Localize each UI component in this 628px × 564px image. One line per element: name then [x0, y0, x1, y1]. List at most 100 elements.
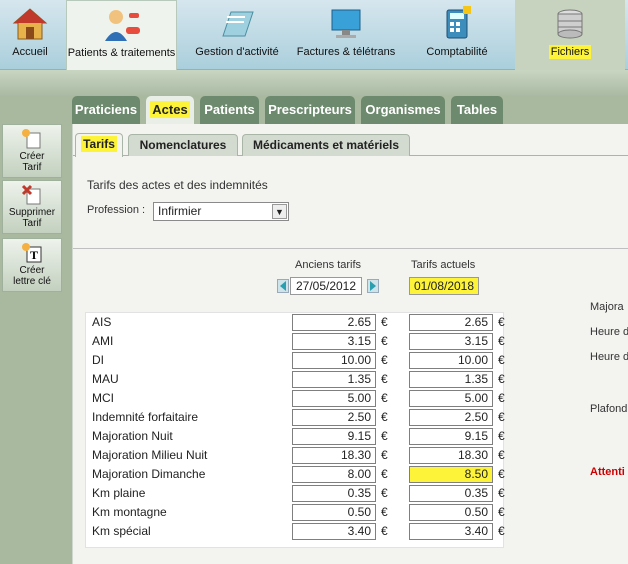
- old-tariff-field[interactable]: 0.35: [292, 485, 376, 502]
- new-tariff-field[interactable]: 9.15: [409, 428, 493, 445]
- next-date-button[interactable]: [367, 279, 379, 293]
- old-tariff-field[interactable]: 3.40: [292, 523, 376, 540]
- new-date-field[interactable]: 01/08/2018: [409, 277, 479, 295]
- currency-symbol: €: [498, 486, 505, 500]
- nav-accueil[interactable]: Accueil: [0, 0, 60, 70]
- row-name: Majoration Dimanche: [92, 467, 206, 481]
- new-tariff-field[interactable]: 3.40: [409, 523, 493, 540]
- create-key-letter-label-2: lettre clé: [13, 276, 51, 287]
- new-tariff-field[interactable]: 8.50: [409, 466, 493, 483]
- sub-tabs: Tarifs Nomenclatures Médicaments et maté…: [73, 132, 628, 157]
- new-tariff-field[interactable]: 0.50: [409, 504, 493, 521]
- create-key-letter-button[interactable]: T Créer lettre clé: [2, 238, 62, 292]
- section-title: Tarifs des actes et des indemnités: [87, 178, 268, 192]
- table-row: AMI 3.15 €3.15 €: [86, 332, 505, 351]
- table-row: MAU 1.35 €1.35 €: [86, 370, 505, 389]
- new-tariff-field[interactable]: 3.15: [409, 333, 493, 350]
- old-tariff-field[interactable]: 9.15: [292, 428, 376, 445]
- create-tarif-label-1: Créer: [19, 151, 45, 162]
- row-name: Km spécial: [92, 524, 151, 538]
- new-tariff-field[interactable]: 0.35: [409, 485, 493, 502]
- table-row: Majoration Milieu Nuit 18.30 €18.30 €: [86, 446, 505, 465]
- row-name: MCI: [92, 391, 114, 405]
- create-doc-icon: [22, 129, 41, 149]
- row-name: Km plaine: [92, 486, 146, 500]
- old-tariff-field[interactable]: 2.65: [292, 314, 376, 331]
- old-tariff-field[interactable]: 8.00: [292, 466, 376, 483]
- subtab-tarifs[interactable]: Tarifs: [75, 133, 123, 157]
- new-tariff-field[interactable]: 2.65: [409, 314, 493, 331]
- old-tariff-field[interactable]: 3.15: [292, 333, 376, 350]
- house-icon: [12, 8, 48, 40]
- row-name: MAU: [92, 372, 119, 386]
- previous-date-button[interactable]: [277, 279, 289, 293]
- tab-tables[interactable]: Tables: [451, 96, 503, 124]
- tab-praticiens[interactable]: Praticiens: [72, 96, 140, 124]
- currency-symbol: €: [381, 334, 388, 348]
- currency-symbol: €: [498, 391, 505, 405]
- chevron-down-icon: ▼: [272, 204, 287, 219]
- nav-fichiers[interactable]: Fichiers: [515, 0, 625, 70]
- delete-tarif-button[interactable]: Supprimer Tarif: [2, 180, 62, 234]
- nav-patients[interactable]: Patients & traitements: [66, 0, 177, 72]
- old-tariff-field[interactable]: 2.50: [292, 409, 376, 426]
- subtab-medicaments[interactable]: Médicaments et matériels: [242, 134, 410, 156]
- tab-actes[interactable]: Actes: [146, 96, 194, 124]
- table-row: Km montagne 0.50 €0.50 €: [86, 503, 505, 522]
- row-name: AIS: [92, 315, 112, 329]
- new-tariff-field[interactable]: 2.50: [409, 409, 493, 426]
- row-name: Majoration Milieu Nuit: [92, 448, 208, 462]
- new-tariff-field[interactable]: 10.00: [409, 352, 493, 369]
- currency-symbol: €: [381, 486, 388, 500]
- currency-symbol: €: [381, 448, 388, 462]
- tab-organismes[interactable]: Organismes: [361, 96, 445, 124]
- old-tariff-field[interactable]: 1.35: [292, 371, 376, 388]
- right-label-3: Heure d: [590, 351, 628, 363]
- profession-select[interactable]: Infirmier ▼: [153, 202, 289, 221]
- delete-doc-icon: [21, 184, 41, 205]
- new-tariff-field[interactable]: 5.00: [409, 390, 493, 407]
- row-name: DI: [92, 353, 104, 367]
- subtab-nomenclatures[interactable]: Nomenclatures: [128, 134, 238, 156]
- old-tariff-field[interactable]: 0.50: [292, 504, 376, 521]
- tab-prescripteurs[interactable]: Prescripteurs: [265, 96, 355, 124]
- nav-factures-label: Factures & télétrans: [296, 46, 396, 58]
- old-tariff-field[interactable]: 10.00: [292, 352, 376, 369]
- nav-factures[interactable]: Factures & télétrans: [294, 0, 398, 70]
- tab-patients[interactable]: Patients: [200, 96, 259, 124]
- old-tariff-field[interactable]: 18.30: [292, 447, 376, 464]
- currency-symbol: €: [498, 505, 505, 519]
- svg-text:T: T: [30, 248, 38, 262]
- profession-label: Profession :: [87, 204, 146, 216]
- computer-icon: [331, 9, 361, 38]
- divider: [73, 248, 628, 249]
- row-name: Indemnité forfaitaire: [92, 410, 199, 424]
- attention-text: Attenti: [590, 466, 625, 478]
- folder-icon: [222, 11, 254, 37]
- currency-symbol: €: [381, 524, 388, 538]
- row-name: Majoration Nuit: [92, 429, 173, 443]
- header-band: [0, 70, 628, 96]
- old-tariff-field[interactable]: 5.00: [292, 390, 376, 407]
- currency-symbol: €: [381, 353, 388, 367]
- database-icon: [557, 9, 583, 39]
- create-key-letter-label-1: Créer: [19, 265, 45, 276]
- create-tarif-button[interactable]: Créer Tarif: [2, 124, 62, 178]
- new-tariff-field[interactable]: 18.30: [409, 447, 493, 464]
- delete-tarif-label-2: Tarif: [22, 218, 42, 229]
- arrow-right-icon: [370, 281, 376, 291]
- currency-symbol: €: [498, 467, 505, 481]
- currency-symbol: €: [381, 391, 388, 405]
- tab-actes-label: Actes: [150, 101, 190, 118]
- table-row: Km plaine 0.35 €0.35 €: [86, 484, 505, 503]
- new-tariff-field[interactable]: 1.35: [409, 371, 493, 388]
- nav-gestion[interactable]: Gestion d'activité: [183, 0, 291, 70]
- nav-comptabilite[interactable]: Comptabilité: [402, 0, 512, 70]
- currency-symbol: €: [381, 410, 388, 424]
- currency-symbol: €: [381, 315, 388, 329]
- right-label-1: Majora: [590, 301, 624, 313]
- table-row: Km spécial 3.40 €3.40 €: [86, 522, 505, 541]
- side-toolbar: Créer Tarif Supprimer Tarif T Créer lett…: [0, 122, 64, 564]
- old-date-field[interactable]: 27/05/2012: [290, 277, 362, 295]
- calculator-icon: [446, 6, 471, 39]
